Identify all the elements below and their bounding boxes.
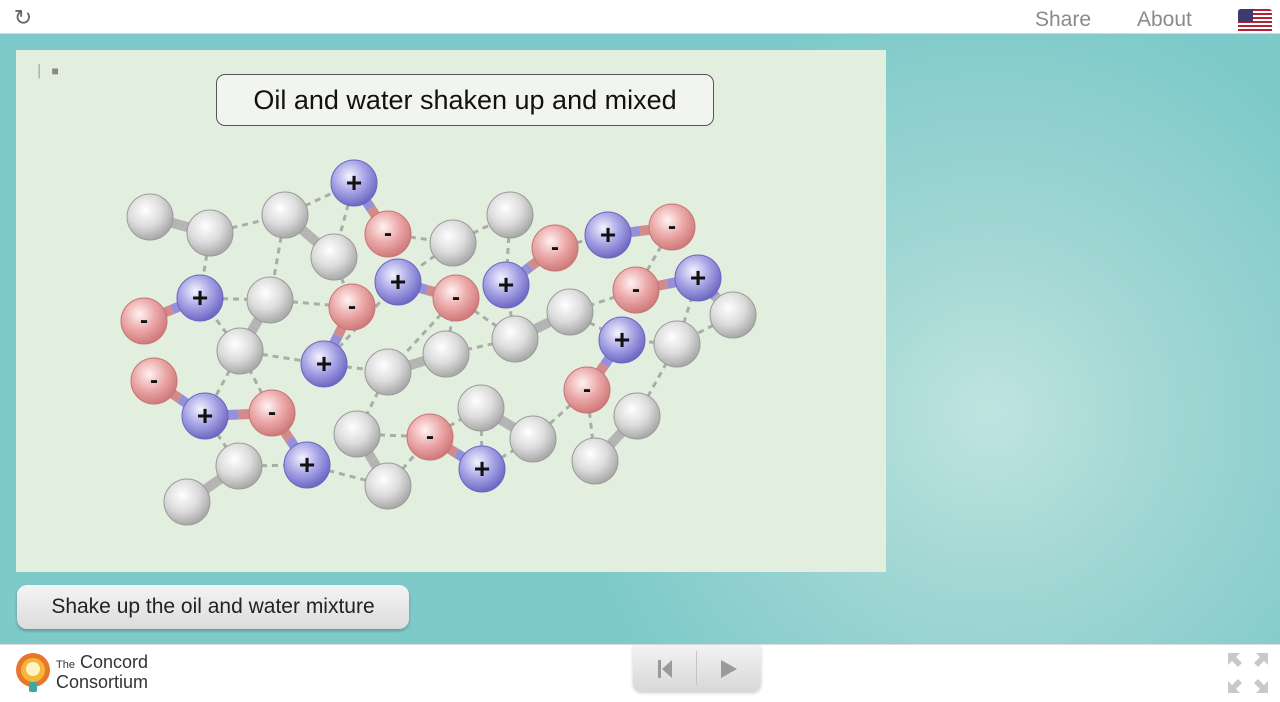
- negative-atom[interactable]: -: [406, 413, 454, 461]
- plus-charge-label: +: [299, 449, 315, 480]
- positive-atom[interactable]: +: [176, 274, 224, 322]
- positive-atom[interactable]: +: [283, 441, 331, 489]
- neutral-atom[interactable]: [429, 219, 477, 267]
- neutral-atom[interactable]: [491, 315, 539, 363]
- fullscreen-icon[interactable]: [1226, 651, 1270, 695]
- skip-back-icon: [658, 660, 672, 678]
- minus-charge-label: -: [452, 284, 460, 311]
- logo-line2: Consortium: [56, 672, 149, 692]
- neutral-atom[interactable]: [163, 478, 211, 526]
- minus-charge-label: -: [150, 367, 158, 394]
- negative-atom[interactable]: -: [531, 224, 579, 272]
- play-button[interactable]: [697, 645, 759, 691]
- neutral-atom[interactable]: [126, 193, 174, 241]
- plus-charge-label: +: [474, 453, 490, 484]
- neutral-atom[interactable]: [546, 288, 594, 336]
- negative-atom[interactable]: -: [563, 366, 611, 414]
- positive-atom[interactable]: +: [482, 261, 530, 309]
- plus-charge-label: +: [498, 269, 514, 300]
- neutral-atom[interactable]: [571, 437, 619, 485]
- negative-atom[interactable]: -: [130, 357, 178, 405]
- plus-charge-label: +: [316, 348, 332, 379]
- plus-charge-label: +: [690, 262, 706, 293]
- negative-atom[interactable]: -: [612, 266, 660, 314]
- concord-logo-text[interactable]: The Concord Consortium: [56, 652, 149, 692]
- negative-atom[interactable]: -: [120, 297, 168, 345]
- about-link[interactable]: About: [1137, 8, 1192, 32]
- negative-atom[interactable]: -: [432, 274, 480, 322]
- logo-line1: Concord: [79, 652, 149, 672]
- minus-charge-label: -: [551, 234, 559, 261]
- neutral-atom[interactable]: [364, 462, 412, 510]
- negative-atom[interactable]: -: [364, 210, 412, 258]
- minus-charge-label: -: [384, 220, 392, 247]
- shake-mixture-button[interactable]: Shake up the oil and water mixture: [17, 585, 409, 629]
- negative-atom[interactable]: -: [648, 203, 696, 251]
- minus-charge-label: -: [348, 293, 356, 320]
- neutral-atom[interactable]: [186, 209, 234, 257]
- minus-charge-label: -: [632, 276, 640, 303]
- simulation-panel[interactable]: │ ■ + - - + - + - - + - + - + + + - + - - - + + Oil and water…: [16, 50, 886, 572]
- minus-charge-label: -: [426, 423, 434, 450]
- top-bar: ↻ Share About: [0, 0, 1280, 34]
- positive-atom[interactable]: +: [330, 159, 378, 207]
- neutral-atom[interactable]: [261, 191, 309, 239]
- neutral-atom[interactable]: [422, 330, 470, 378]
- play-icon: [721, 660, 737, 678]
- negative-atom[interactable]: -: [248, 389, 296, 437]
- reload-icon[interactable]: ↻: [12, 7, 34, 29]
- minus-charge-label: -: [140, 307, 148, 334]
- neutral-atom[interactable]: [709, 291, 757, 339]
- neutral-atom[interactable]: [486, 191, 534, 239]
- positive-atom[interactable]: +: [458, 445, 506, 493]
- neutral-atom[interactable]: [216, 327, 264, 375]
- positive-atom[interactable]: +: [181, 392, 229, 440]
- previous-button[interactable]: [633, 645, 695, 691]
- footer-bar: The Concord Consortium: [0, 644, 1280, 702]
- plus-charge-label: +: [346, 167, 362, 198]
- molecule-canvas[interactable]: +-- + -+--+- + - +++-+ ---+ +: [16, 50, 886, 572]
- share-link[interactable]: Share: [1035, 8, 1091, 32]
- neutral-atom[interactable]: [310, 233, 358, 281]
- minus-charge-label: -: [268, 399, 276, 426]
- neutral-atom[interactable]: [457, 384, 505, 432]
- plus-charge-label: +: [192, 282, 208, 313]
- neutral-atom[interactable]: [215, 442, 263, 490]
- plus-charge-label: +: [600, 219, 616, 250]
- positive-atom[interactable]: +: [598, 316, 646, 364]
- neutral-atom[interactable]: [509, 415, 557, 463]
- plus-charge-label: +: [197, 400, 213, 431]
- neutral-atom[interactable]: [364, 348, 412, 396]
- minus-charge-label: -: [583, 376, 591, 403]
- positive-atom[interactable]: +: [674, 254, 722, 302]
- positive-atom[interactable]: +: [300, 340, 348, 388]
- neutral-atom[interactable]: [333, 410, 381, 458]
- negative-atom[interactable]: -: [328, 283, 376, 331]
- plus-charge-label: +: [614, 324, 630, 355]
- minus-charge-label: -: [668, 213, 676, 240]
- us-flag-icon[interactable]: [1238, 9, 1272, 33]
- neutral-atom[interactable]: [653, 320, 701, 368]
- positive-atom[interactable]: +: [374, 258, 422, 306]
- simulation-title: Oil and water shaken up and mixed: [216, 74, 714, 126]
- logo-the: The: [56, 659, 75, 671]
- neutral-atom[interactable]: [246, 276, 294, 324]
- playback-controls: [633, 645, 761, 691]
- neutral-atom[interactable]: [613, 392, 661, 440]
- plus-charge-label: +: [390, 266, 406, 297]
- positive-atom[interactable]: +: [584, 211, 632, 259]
- concord-logo-icon[interactable]: [12, 650, 54, 696]
